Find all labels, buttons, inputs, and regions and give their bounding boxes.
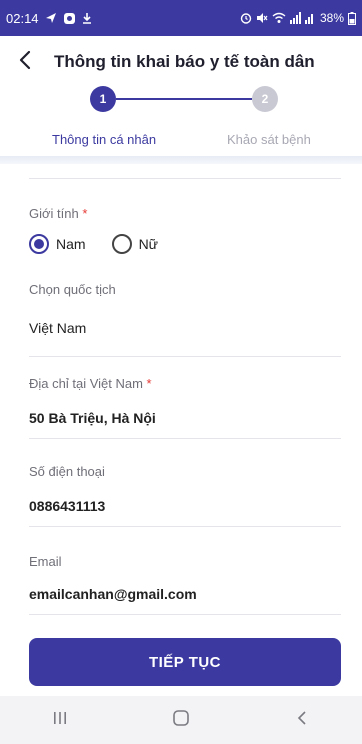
radio-checked-icon bbox=[29, 234, 49, 254]
wifi-icon bbox=[272, 12, 286, 24]
personal-info-form: Giới tính * Nam Nữ Chọn quốc tịch Việt N… bbox=[0, 164, 362, 694]
required-mark: * bbox=[82, 206, 88, 221]
system-back-button[interactable] bbox=[272, 700, 332, 740]
gender-option-nu[interactable]: Nữ bbox=[111, 234, 159, 254]
step-1-indicator: 1 bbox=[90, 86, 116, 112]
address-label: Địa chỉ tại Việt Nam * bbox=[29, 376, 152, 391]
battery-icon bbox=[348, 11, 356, 25]
email-label: Email bbox=[29, 554, 62, 569]
status-left: 02:14 bbox=[6, 11, 92, 26]
location-arrow-icon bbox=[45, 12, 57, 24]
section-divider bbox=[0, 156, 362, 164]
download-icon bbox=[82, 12, 92, 24]
radio-unchecked-icon bbox=[111, 234, 132, 254]
system-nav-bar bbox=[0, 696, 362, 744]
status-time: 02:14 bbox=[6, 10, 39, 26]
field-divider bbox=[29, 526, 341, 527]
email-field[interactable]: emailcanhan@gmail.com bbox=[29, 586, 197, 602]
signal-icon bbox=[289, 12, 316, 24]
required-mark: * bbox=[146, 376, 152, 391]
field-divider bbox=[29, 614, 341, 615]
gender-option-nam[interactable]: Nam bbox=[29, 234, 86, 254]
chevron-left-icon bbox=[18, 50, 32, 75]
battery-percent: 38% bbox=[319, 11, 344, 25]
phone-field[interactable]: 0886431113 bbox=[29, 498, 105, 514]
recent-apps-button[interactable] bbox=[30, 700, 90, 740]
nationality-select[interactable]: Việt Nam bbox=[29, 320, 86, 336]
step-1-label: Thông tin cá nhân bbox=[52, 132, 157, 147]
home-icon bbox=[172, 709, 190, 731]
nationality-label: Chọn quốc tịch bbox=[29, 282, 116, 297]
gender-option-nam-label: Nam bbox=[56, 236, 86, 252]
recent-apps-icon bbox=[52, 711, 68, 730]
alarm-icon bbox=[240, 12, 252, 24]
gender-label: Giới tính * bbox=[29, 206, 87, 221]
field-divider bbox=[29, 178, 341, 179]
home-button[interactable] bbox=[151, 700, 211, 740]
app-notification-icon bbox=[63, 12, 76, 25]
back-button[interactable] bbox=[18, 47, 48, 77]
gender-label-text: Giới tính bbox=[29, 206, 79, 221]
step-2-indicator: 2 bbox=[252, 86, 278, 112]
status-right: 38% bbox=[240, 11, 356, 25]
field-divider bbox=[29, 356, 341, 357]
gender-option-nu-label: Nữ bbox=[138, 236, 159, 252]
progress-stepper: 1 2 Thông tin cá nhân Khảo sát bệnh bbox=[0, 86, 362, 156]
address-field[interactable]: 50 Bà Triệu, Hà Nội bbox=[29, 410, 156, 426]
continue-button-wrap: TIẾP TỤC bbox=[29, 638, 341, 686]
address-label-text: Địa chỉ tại Việt Nam bbox=[29, 376, 143, 391]
status-bar: 02:14 38% bbox=[0, 0, 362, 36]
gender-radio-group: Nam Nữ bbox=[29, 234, 184, 254]
app-header: Thông tin khai báo y tế toàn dân bbox=[0, 36, 362, 88]
back-arrow-icon bbox=[296, 710, 308, 731]
step-2-label: Khảo sát bệnh bbox=[227, 132, 311, 147]
continue-button[interactable]: TIẾP TỤC bbox=[29, 638, 341, 686]
mute-icon bbox=[256, 12, 268, 24]
field-divider bbox=[29, 438, 341, 439]
step-connector bbox=[116, 98, 252, 100]
page-title: Thông tin khai báo y tế toàn dân bbox=[54, 52, 315, 71]
phone-label: Số điện thoại bbox=[29, 464, 105, 479]
